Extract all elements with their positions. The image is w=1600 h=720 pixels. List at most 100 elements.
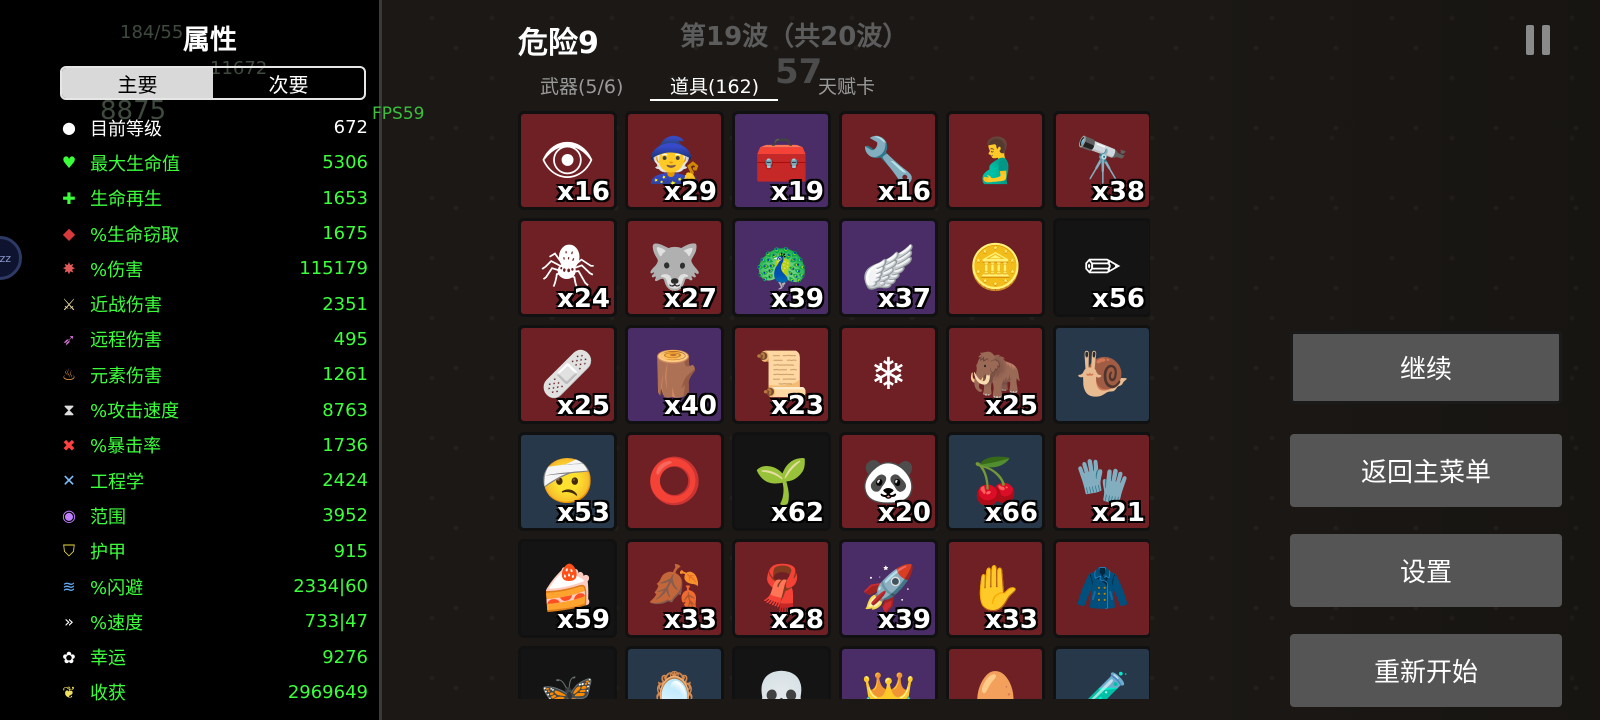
snowflake-charm-icon: ❄ [870, 348, 907, 400]
wolf-helmet-icon: 🐺 [647, 241, 702, 293]
stat-label: 护甲 [90, 542, 126, 564]
item-count: x40 [664, 391, 717, 421]
bloody-hand-item[interactable]: ✋ x33 [946, 539, 1045, 638]
mammoth-item[interactable]: 🦣 x25 [946, 325, 1045, 424]
mirror-item[interactable]: 🪞 [625, 646, 724, 699]
stat-label: 收获 [90, 683, 126, 705]
stat-row[interactable]: ⚔ 近战伤害 2351 [58, 286, 368, 321]
tab-weapons[interactable]: 武器(5/6) [540, 72, 623, 99]
wolf-helmet-item[interactable]: 🐺 x27 [625, 218, 724, 317]
speed-icon: » [64, 612, 74, 632]
pause-button[interactable] [1508, 10, 1568, 70]
cape-item[interactable]: 🧣 x28 [732, 539, 831, 638]
binoculars-item[interactable]: 🔭 x38 [1053, 111, 1150, 210]
stat-row[interactable]: ● 目前等级 672 [58, 110, 368, 145]
item-count: x25 [557, 391, 610, 421]
robot-arm-icon: 🔧 [861, 134, 916, 186]
wings-icon: 🪽 [861, 241, 916, 293]
stat-value: 495 [333, 328, 368, 350]
stat-row[interactable]: ✕ 工程学 2424 [58, 463, 368, 498]
continue-button[interactable]: 继续 [1290, 331, 1562, 404]
gnome-item[interactable]: 🧙 x29 [625, 111, 724, 210]
item-count: x53 [557, 498, 610, 528]
crown-item[interactable]: 👑 [839, 646, 938, 699]
stomach-item[interactable]: 🫃 [946, 111, 1045, 210]
glove-item[interactable]: 🧤 x21 [1053, 432, 1150, 531]
butterfly-item[interactable]: 🦋 [518, 646, 617, 699]
stat-row[interactable]: ⛉ 护甲 915 [58, 534, 368, 569]
sprout-eye-item[interactable]: 👁 x16 [518, 111, 617, 210]
snail-item[interactable]: 🐌 [1053, 325, 1150, 424]
stat-row[interactable]: ≋ %闪避 2334|60 [58, 569, 368, 604]
item-count: x28 [771, 605, 824, 635]
item-count: x56 [1092, 284, 1145, 314]
ranged-icon: ➶ [62, 329, 76, 349]
settings-button[interactable]: 设置 [1290, 534, 1562, 607]
cake-item[interactable]: 🍰 x59 [518, 539, 617, 638]
stat-value: 1261 [322, 364, 368, 386]
tab-primary[interactable]: 主要 [62, 68, 213, 98]
fps-counter: FPS59 [372, 104, 425, 124]
collar-item[interactable]: ⭕ [625, 432, 724, 531]
wings-item[interactable]: 🪽 x37 [839, 218, 938, 317]
stat-label: %伤害 [90, 259, 144, 281]
scroll-item[interactable]: 📜 x23 [732, 325, 831, 424]
hurt-ball-item[interactable]: 🤕 x53 [518, 432, 617, 531]
item-count: x24 [557, 284, 610, 314]
crit-icon: ✖ [62, 435, 76, 455]
hoodie-item[interactable]: 🧥 [1053, 539, 1150, 638]
tab-secondary[interactable]: 次要 [213, 68, 364, 98]
snowflake-charm-item[interactable]: ❄ [839, 325, 938, 424]
stat-label: 最大生命值 [90, 153, 180, 175]
robot-arm-item[interactable]: 🔧 x16 [839, 111, 938, 210]
sprout-item[interactable]: 🌱 x62 [732, 432, 831, 531]
rocket-item[interactable]: 🚀 x39 [839, 539, 938, 638]
pause-icon [1526, 25, 1534, 55]
potion-item[interactable]: 🧪 [1053, 646, 1150, 699]
medkit-item[interactable]: 🩹 x25 [518, 325, 617, 424]
stat-row[interactable]: ♨ 元素伤害 1261 [58, 357, 368, 392]
stat-row[interactable]: ✿ 幸运 9276 [58, 639, 368, 674]
item-count: x33 [985, 605, 1038, 635]
item-count: x37 [878, 284, 931, 314]
stat-row[interactable]: ♥ 最大生命值 5306 [58, 145, 368, 180]
stat-row[interactable]: » %速度 733|47 [58, 604, 368, 639]
pencil-item[interactable]: ✏ x56 [1053, 218, 1150, 317]
item-count: x16 [878, 177, 931, 207]
tab-items[interactable]: 道具(162) [670, 72, 759, 99]
egg-item[interactable]: 🥚 [946, 646, 1045, 699]
mask-item[interactable]: 💀 [732, 646, 831, 699]
stat-row[interactable]: ◆ %生命窃取 1675 [58, 216, 368, 251]
stat-label: 幸运 [90, 648, 126, 670]
item-count: x62 [771, 498, 824, 528]
restart-button[interactable]: 重新开始 [1290, 634, 1562, 707]
peacock-item[interactable]: 🦚 x39 [732, 218, 831, 317]
stat-label: 范围 [90, 506, 126, 528]
toolbox-item[interactable]: 🧰 x19 [732, 111, 831, 210]
attributes-panel: 184/55 11672 8875 属性 主要 次要 ● 目前等级 672 ♥ 最大生命… [0, 0, 382, 720]
gold-coin-item[interactable]: 🪙 [946, 218, 1045, 317]
stats-list: ● 目前等级 672 ♥ 最大生命值 5306 ✚ 生命再生 1653 ◆ %生命窃取 1675 ✸ %伤… [58, 110, 368, 710]
mammoth-icon: 🦣 [968, 348, 1023, 400]
heart-icon: ♥ [61, 153, 77, 173]
item-count: x16 [557, 177, 610, 207]
mirror-icon: 🪞 [647, 669, 702, 699]
stat-row[interactable]: ✚ 生命再生 1653 [58, 181, 368, 216]
stat-row[interactable]: ⧗ %攻击速度 8763 [58, 392, 368, 427]
tab-talent-cards[interactable]: 天赋卡 [818, 72, 875, 99]
stat-row[interactable]: ◉ 范围 3952 [58, 498, 368, 533]
wave-timer: 57 [775, 52, 823, 92]
item-count: x19 [771, 177, 824, 207]
rainbow-leaf-item[interactable]: 🍂 x33 [625, 539, 724, 638]
spider-bot-item[interactable]: 🕷 x24 [518, 218, 617, 317]
stat-row[interactable]: ❦ 收获 2969649 [58, 675, 368, 710]
stat-row[interactable]: ✸ %伤害 115179 [58, 251, 368, 286]
planks-item[interactable]: 🪵 x40 [625, 325, 724, 424]
main-menu-button[interactable]: 返回主菜单 [1290, 434, 1562, 507]
stat-row[interactable]: ➶ 远程伤害 495 [58, 322, 368, 357]
stat-label: 目前等级 [90, 118, 162, 140]
panda-item[interactable]: 🐼 x20 [839, 432, 938, 531]
stat-row[interactable]: ✖ %暴击率 1736 [58, 428, 368, 463]
cherry-knife-item[interactable]: 🍒 x66 [946, 432, 1045, 531]
stat-value: 1653 [322, 187, 368, 209]
